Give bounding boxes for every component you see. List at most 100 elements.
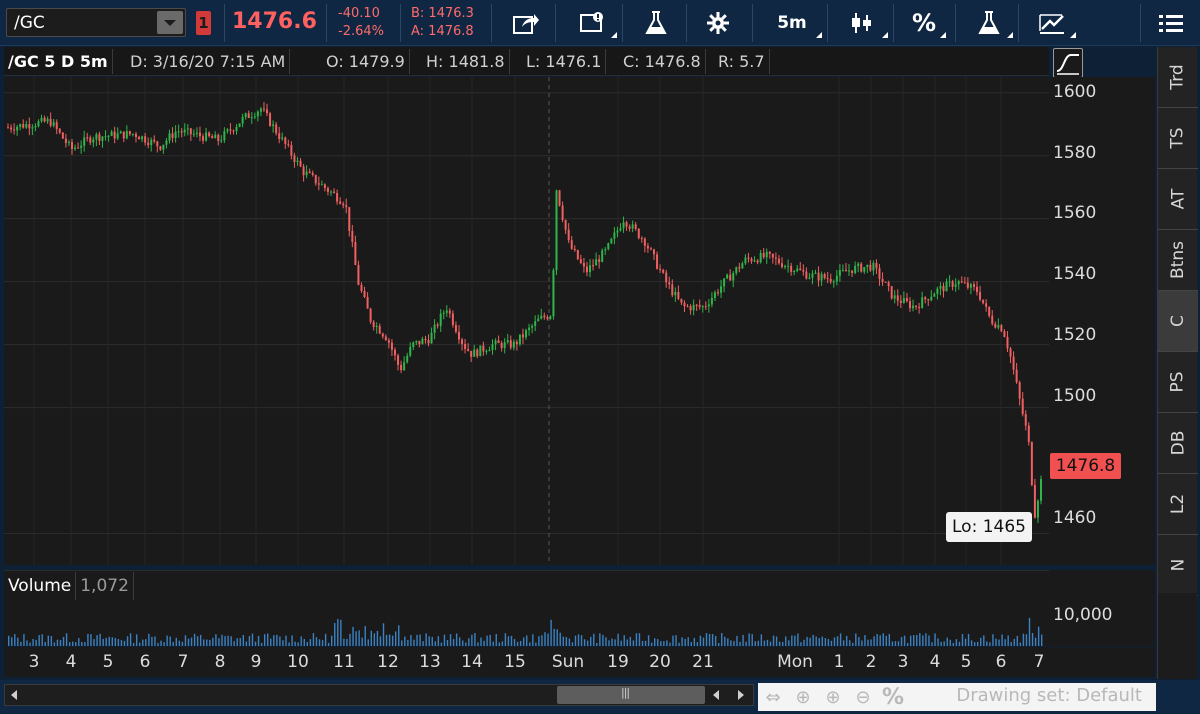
candle-body [948, 281, 951, 283]
side-tab-n[interactable]: N [1158, 535, 1198, 596]
volume-bar [602, 634, 604, 646]
candle-body [814, 272, 817, 274]
volume-bar [382, 623, 385, 646]
volume-bar [998, 639, 1000, 646]
time-axis[interactable]: 3 4 5 6 7 8 9 10 11 12 13 14 15 Sun 19 20 21 Mon 1 2 3 4 5 6 7 [4, 647, 1155, 677]
candle-body [28, 124, 31, 129]
candle-body [762, 253, 765, 258]
studies-menu-button[interactable] [963, 6, 1015, 40]
side-tab-at[interactable]: AT [1158, 169, 1198, 230]
drawing-set-label[interactable]: Drawing set: Default [956, 685, 1142, 706]
chart-style-button[interactable] [834, 6, 890, 40]
volume-bar [123, 640, 126, 646]
crosshair-button[interactable]: ⊕ [788, 684, 818, 710]
candle-body [869, 264, 872, 271]
candle-body [10, 127, 13, 130]
scroll-back-arrow-icon[interactable] [707, 685, 727, 705]
candle-body [610, 238, 613, 244]
chart-title[interactable]: /GC 5 D 5m [4, 49, 113, 74]
candle-body [735, 267, 738, 274]
candle-body [680, 298, 683, 303]
candle-body [820, 274, 823, 281]
volume-bar [806, 636, 808, 646]
volume-bar [489, 634, 491, 646]
side-tab-trd[interactable]: Trd [1158, 47, 1198, 108]
volume-bar [678, 642, 680, 646]
candle-body [713, 292, 716, 298]
candle-body [141, 136, 144, 140]
scroll-forward-arrow-icon[interactable] [731, 685, 751, 705]
price-pane[interactable] [4, 77, 1049, 565]
chevron-down-icon[interactable] [157, 11, 183, 34]
symbol-text: /GC [14, 13, 45, 33]
volume-bar [190, 637, 193, 646]
share-button[interactable] [500, 6, 552, 40]
timeframe-button[interactable]: 5m [760, 6, 824, 40]
message-button[interactable] [565, 6, 619, 40]
side-tab-btns[interactable]: Btns [1158, 230, 1198, 291]
side-tab-ts[interactable]: TS [1158, 108, 1198, 169]
side-tab-label: C [1168, 315, 1188, 327]
candle-body [339, 201, 342, 204]
candle-body [296, 160, 299, 163]
symbol-selector[interactable]: /GC [6, 8, 186, 37]
volume-bar [337, 619, 339, 646]
volume-bar [839, 633, 842, 646]
volume-bar [644, 640, 647, 646]
candle-body [908, 301, 911, 309]
volume-bar [724, 636, 726, 646]
menu-button[interactable] [1148, 6, 1194, 40]
volume-bar [458, 637, 461, 646]
volume-pane[interactable] [4, 570, 1049, 646]
price-tick: 1600 [1053, 82, 1097, 102]
expand-button[interactable]: ⇔ [758, 684, 788, 710]
volume-bar [845, 635, 848, 646]
price-axis[interactable]: 1600 1580 1560 1540 1520 1500 1460 [1049, 77, 1155, 565]
volume-bar [647, 635, 650, 646]
volume-bar [660, 641, 662, 646]
candle-body [442, 312, 445, 314]
candle-body [662, 269, 665, 273]
candle-body [616, 230, 619, 233]
percent-tool-button[interactable]: % [878, 684, 908, 710]
zoom-in-button[interactable]: ⊕ [818, 684, 848, 710]
candle-body [1006, 336, 1009, 349]
candle-body [878, 268, 881, 279]
candle-body [320, 184, 323, 186]
studies-button[interactable] [630, 6, 682, 40]
volume-bar [477, 642, 479, 646]
drawing-button[interactable] [1026, 6, 1078, 40]
volume-bar [279, 636, 281, 646]
candle-body [83, 137, 86, 146]
volume-header: Volume 1,072 [4, 572, 134, 600]
settings-button[interactable] [694, 6, 742, 40]
volume-bar [148, 633, 150, 646]
side-tab-db[interactable]: DB [1158, 413, 1198, 474]
zoom-out-button[interactable]: ⊖ [848, 684, 878, 710]
side-tab-l2[interactable]: L2 [1158, 474, 1198, 535]
volume-bar [1028, 617, 1031, 646]
volume-bar [958, 641, 961, 646]
scroll-left-arrow-icon[interactable] [5, 685, 25, 705]
candle-body [756, 260, 759, 263]
chart-scrollbar[interactable] [4, 684, 754, 706]
chart-style-icon[interactable] [1053, 48, 1083, 78]
candle-body [695, 304, 698, 306]
volume-bar [218, 638, 220, 646]
side-tab-c[interactable]: C [1158, 291, 1198, 352]
volume-bar [623, 635, 625, 646]
volume-bar [309, 639, 312, 646]
percent-button[interactable]: % [900, 6, 948, 40]
side-tab-ps[interactable]: PS [1158, 352, 1198, 413]
volume-bar [196, 636, 199, 646]
candle-body [497, 340, 500, 344]
scroll-thumb[interactable] [557, 686, 705, 704]
candle-body [991, 315, 994, 324]
volume-bar [270, 638, 272, 646]
volume-bar [693, 637, 696, 646]
link-badge[interactable]: 1 [196, 11, 211, 35]
volume-bar [361, 637, 363, 646]
volume-bar [1037, 626, 1040, 646]
volume-label[interactable]: Volume [4, 572, 77, 600]
volume-bar [501, 641, 504, 646]
